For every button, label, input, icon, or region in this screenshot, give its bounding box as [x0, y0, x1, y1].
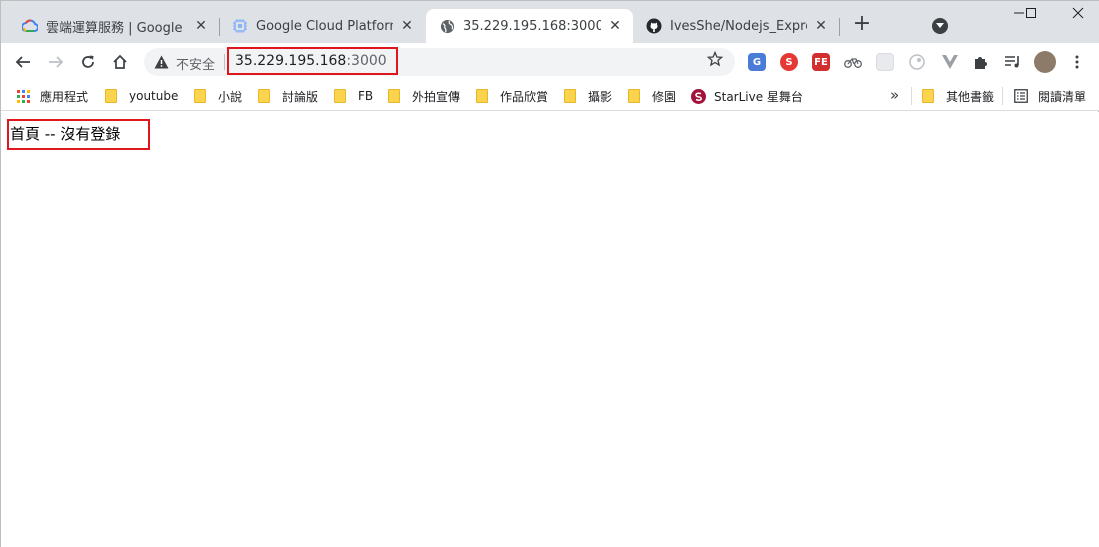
- tab-google-cloud-platform[interactable]: Google Cloud Platform ✕: [219, 9, 425, 43]
- bookmark-folder[interactable]: 修園: [628, 87, 676, 105]
- circle-extension-icon[interactable]: [908, 53, 926, 71]
- bookmark-label: 修園: [652, 89, 677, 104]
- profile-avatar[interactable]: [1034, 51, 1056, 73]
- reload-icon[interactable]: [77, 51, 99, 73]
- bookmark-folder[interactable]: 作品欣賞: [476, 87, 548, 105]
- bookmarks-divider: [1002, 87, 1003, 105]
- warning-icon[interactable]: [153, 54, 169, 70]
- gcp-chip-icon: [232, 18, 248, 34]
- fe-extension-icon[interactable]: FE: [812, 53, 830, 71]
- tab-github[interactable]: IvesShe/Nodejs_Express ✕: [633, 9, 839, 43]
- bookmark-label: 作品欣賞: [500, 89, 549, 104]
- bookmark-folder[interactable]: 小說: [194, 87, 242, 105]
- reading-list-label: 閱讀清單: [1038, 89, 1087, 104]
- other-bookmarks-folder[interactable]: 其他書籤: [922, 87, 994, 105]
- bookmark-folder[interactable]: 討論版: [258, 87, 318, 105]
- google-cloud-icon: [22, 18, 38, 34]
- bookmark-label: FB: [358, 89, 374, 103]
- new-tab-icon[interactable]: +: [852, 13, 872, 35]
- omnibox-divider: [224, 54, 225, 70]
- grid-extension-icon[interactable]: [876, 53, 894, 71]
- globe-icon: [439, 18, 455, 34]
- reading-list-icon: [1014, 89, 1028, 103]
- tab-title: 35.229.195.168:3000: [463, 18, 601, 34]
- close-icon[interactable]: ✕: [607, 18, 623, 34]
- tab-title: 雲端運算服務 | Google Cl: [46, 20, 187, 36]
- folder-icon: [258, 89, 270, 103]
- apps-grid-icon: [17, 89, 30, 103]
- s-extension-icon[interactable]: S: [780, 53, 798, 71]
- folder-icon: [334, 89, 346, 103]
- tab-active-page[interactable]: 35.229.195.168:3000 ✕: [426, 9, 633, 43]
- apps-label: 應用程式: [40, 89, 89, 104]
- menu-kebab-icon[interactable]: [1068, 53, 1086, 71]
- bookmark-starlive[interactable]: StarLive 星舞台: [691, 87, 803, 105]
- bookmarks-overflow-chevron[interactable]: »: [890, 86, 899, 104]
- bookmark-label: 小說: [218, 89, 243, 104]
- folder-icon: [628, 89, 640, 103]
- vue-extension-icon[interactable]: [941, 53, 959, 71]
- apps-shortcut[interactable]: 應用程式: [17, 87, 88, 105]
- github-icon: [646, 18, 662, 34]
- bookmark-label: 外拍宣傳: [412, 89, 461, 104]
- url-highlight-box: [227, 47, 398, 75]
- bookmark-label: 討論版: [282, 89, 319, 104]
- folder-icon: [564, 89, 576, 103]
- tab-title: Google Cloud Platform: [256, 18, 393, 34]
- forward-arrow-icon[interactable]: [45, 51, 67, 73]
- page-content: 首頁 -- 沒有登錄: [1, 112, 1099, 547]
- reading-list[interactable]: 閱讀清單: [1014, 87, 1086, 105]
- home-icon[interactable]: [109, 51, 131, 73]
- browser-toolbar: 不安全 35.229.195.168:3000: [1, 43, 1099, 81]
- close-icon[interactable]: ✕: [399, 18, 415, 34]
- tab-google-cloud[interactable]: 雲端運算服務 | Google Cl ✕: [9, 9, 219, 43]
- folder-icon: [476, 89, 488, 103]
- starlive-logo-icon: [691, 88, 706, 104]
- bookmark-star-icon[interactable]: [706, 50, 725, 69]
- bookmark-folder[interactable]: youtube: [105, 87, 178, 105]
- media-control-icon[interactable]: [1004, 53, 1022, 71]
- window-close-icon[interactable]: [1063, 7, 1093, 27]
- translate-extension-icon[interactable]: G: [748, 53, 766, 71]
- bookmark-folder[interactable]: 攝影: [564, 87, 612, 105]
- security-label[interactable]: 不安全: [176, 54, 215, 73]
- folder-icon: [105, 89, 117, 103]
- tab-title: IvesShe/Nodejs_Express: [670, 18, 807, 34]
- bookmark-label: 攝影: [588, 89, 613, 104]
- bookmark-label: 其他書籤: [946, 89, 995, 104]
- close-icon[interactable]: ✕: [193, 18, 209, 34]
- tab-search-icon[interactable]: [932, 18, 948, 34]
- close-icon[interactable]: ✕: [813, 18, 829, 34]
- bookmarks-divider: [911, 87, 912, 105]
- puzzle-extensions-icon[interactable]: [972, 53, 990, 71]
- tab-strip: 雲端運算服務 | Google Cl ✕ Google Cloud Platfo…: [1, 1, 1099, 43]
- maximize-icon[interactable]: [1016, 7, 1046, 27]
- bookmark-label: StarLive 星舞台: [714, 89, 803, 104]
- heading-highlight-box: [7, 119, 150, 150]
- folder-icon: [922, 89, 934, 103]
- bookmark-folder[interactable]: 外拍宣傳: [388, 87, 460, 105]
- bookmark-folder[interactable]: FB: [334, 87, 373, 105]
- back-arrow-icon[interactable]: [12, 51, 34, 73]
- tab-divider: [839, 18, 840, 36]
- folder-icon: [388, 89, 400, 103]
- bike-extension-icon[interactable]: [844, 53, 862, 71]
- bookmark-label: youtube: [129, 89, 179, 103]
- folder-icon: [194, 89, 206, 103]
